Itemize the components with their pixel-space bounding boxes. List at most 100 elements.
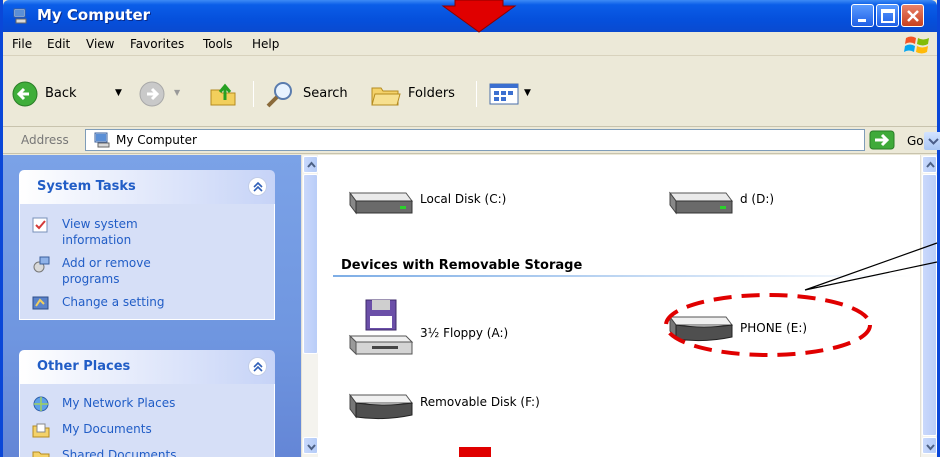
drive-label: Local Disk (C:) — [420, 192, 507, 206]
other-places-body: My Network Places My Documents Shared Do… — [19, 384, 275, 457]
task-pane: System Tasks View system information Add… — [3, 155, 301, 457]
section-divider — [333, 275, 913, 277]
removable-disk-icon — [669, 315, 733, 342]
folders-icon — [371, 87, 401, 106]
drive-a-floppy[interactable]: 3½ Floppy (A:) — [346, 298, 566, 358]
my-computer-icon — [13, 8, 27, 24]
menu-view[interactable]: View — [86, 37, 114, 51]
drive-label: Removable Disk (F:) — [420, 395, 540, 409]
toolbar-separator — [476, 81, 477, 107]
views-icon — [489, 83, 519, 105]
task-label: Change a setting — [62, 295, 165, 309]
menu-favorites[interactable]: Favorites — [130, 37, 184, 51]
standard-toolbar: Back ▼ ▼ Search Folders ▼ — [3, 57, 937, 127]
chevron-down-icon — [307, 444, 316, 451]
back-label: Back — [45, 86, 77, 101]
scroll-thumb[interactable] — [922, 174, 937, 436]
address-bar: Address My Computer Go — [3, 127, 940, 154]
floppy-drive-icon — [348, 299, 414, 356]
toolbar-separator — [253, 81, 254, 107]
menu-edit[interactable]: Edit — [47, 37, 70, 51]
my-documents-icon — [32, 423, 50, 438]
system-tasks-panel: System Tasks View system information Add… — [19, 170, 275, 320]
address-input[interactable]: My Computer — [85, 129, 940, 151]
windows-logo-icon — [904, 36, 929, 54]
place-label: My Documents — [62, 422, 152, 436]
scroll-thumb[interactable] — [303, 174, 318, 354]
drive-label: 3½ Floppy (A:) — [420, 326, 509, 340]
drive-e-phone[interactable]: PHONE (E:) — [666, 305, 866, 349]
scroll-up-button[interactable] — [303, 156, 318, 173]
hard-disk-icon — [669, 191, 733, 215]
network-places-icon — [33, 396, 49, 412]
double-chevron-up-icon — [253, 181, 263, 192]
removable-storage-heading: Devices with Removable Storage — [341, 258, 583, 273]
forward-arrow-icon — [139, 81, 165, 107]
system-info-icon — [32, 217, 48, 233]
place-label: My Network Places — [62, 396, 176, 410]
task-label: View system information — [62, 217, 138, 247]
other-places-header[interactable]: Other Places — [19, 350, 275, 384]
back-arrow-icon — [12, 81, 38, 107]
drive-c[interactable]: Local Disk (C:) — [346, 177, 546, 221]
other-places-panel: Other Places My Network Places My Docume… — [19, 350, 275, 457]
address-value: My Computer — [116, 133, 197, 147]
other-places-title: Other Places — [37, 359, 131, 374]
up-folder-button[interactable] — [209, 80, 243, 108]
address-label: Address — [21, 133, 69, 147]
forward-dropdown-icon[interactable]: ▼ — [174, 88, 180, 97]
go-arrow-icon — [869, 130, 895, 150]
hard-disk-icon — [349, 191, 413, 215]
scroll-down-button[interactable] — [303, 437, 318, 454]
task-label: Add or remove programs — [62, 256, 151, 286]
up-folder-icon — [210, 83, 236, 106]
place-label: Shared Documents — [62, 448, 177, 457]
views-button[interactable]: ▼ — [488, 80, 538, 108]
system-tasks-header[interactable]: System Tasks — [19, 170, 275, 204]
back-button[interactable]: Back ▼ — [11, 80, 133, 108]
close-button[interactable] — [901, 4, 924, 27]
back-dropdown-icon[interactable]: ▼ — [115, 88, 122, 98]
drive-f-removable[interactable]: Removable Disk (F:) — [346, 383, 586, 427]
views-dropdown-icon[interactable]: ▼ — [524, 88, 531, 98]
drives-view-scrollbar[interactable] — [920, 155, 937, 457]
folders-label: Folders — [408, 86, 455, 101]
chevron-up-icon — [926, 161, 935, 168]
go-label: Go — [907, 134, 924, 148]
collapse-system-tasks-button[interactable] — [248, 177, 267, 196]
my-computer-icon — [94, 132, 110, 148]
double-chevron-up-icon — [253, 361, 263, 372]
add-remove-programs-icon — [33, 256, 50, 273]
control-panel-icon — [32, 296, 49, 310]
search-button[interactable]: Search — [265, 80, 360, 108]
menu-help[interactable]: Help — [252, 37, 279, 51]
menu-file[interactable]: File — [12, 37, 32, 51]
close-icon — [907, 10, 919, 22]
system-tasks-title: System Tasks — [37, 179, 136, 194]
minimize-icon — [858, 19, 866, 22]
search-label: Search — [303, 86, 348, 101]
search-icon — [266, 82, 292, 108]
shared-documents-icon — [32, 451, 50, 457]
scroll-up-button[interactable] — [922, 156, 937, 173]
chevron-up-icon — [307, 161, 316, 168]
task-pane-scrollbar[interactable] — [301, 155, 318, 457]
chevron-down-icon — [926, 444, 935, 451]
drives-view: Local Disk (C:) d (D:) Devices with Remo… — [318, 155, 920, 457]
drive-label: PHONE (E:) — [740, 321, 808, 335]
menu-tools[interactable]: Tools — [203, 37, 233, 51]
collapse-other-places-button[interactable] — [248, 357, 267, 376]
folders-button[interactable]: Folders — [370, 80, 465, 108]
menu-bar: File Edit View Favorites Tools Help — [3, 32, 937, 56]
system-tasks-body: View system information Add or remove pr… — [19, 204, 275, 320]
drive-d[interactable]: d (D:) — [666, 177, 866, 221]
window-title: My Computer — [37, 6, 151, 24]
scroll-down-button[interactable] — [922, 437, 937, 454]
maximize-icon — [881, 9, 895, 23]
my-computer-window: My Computer File Edit View Favorites Too… — [0, 0, 940, 457]
forward-button[interactable]: ▼ — [138, 80, 194, 108]
maximize-button[interactable] — [876, 4, 899, 27]
go-button[interactable]: Go — [869, 130, 929, 152]
minimize-button[interactable] — [851, 4, 874, 27]
title-bar[interactable]: My Computer — [3, 0, 937, 32]
